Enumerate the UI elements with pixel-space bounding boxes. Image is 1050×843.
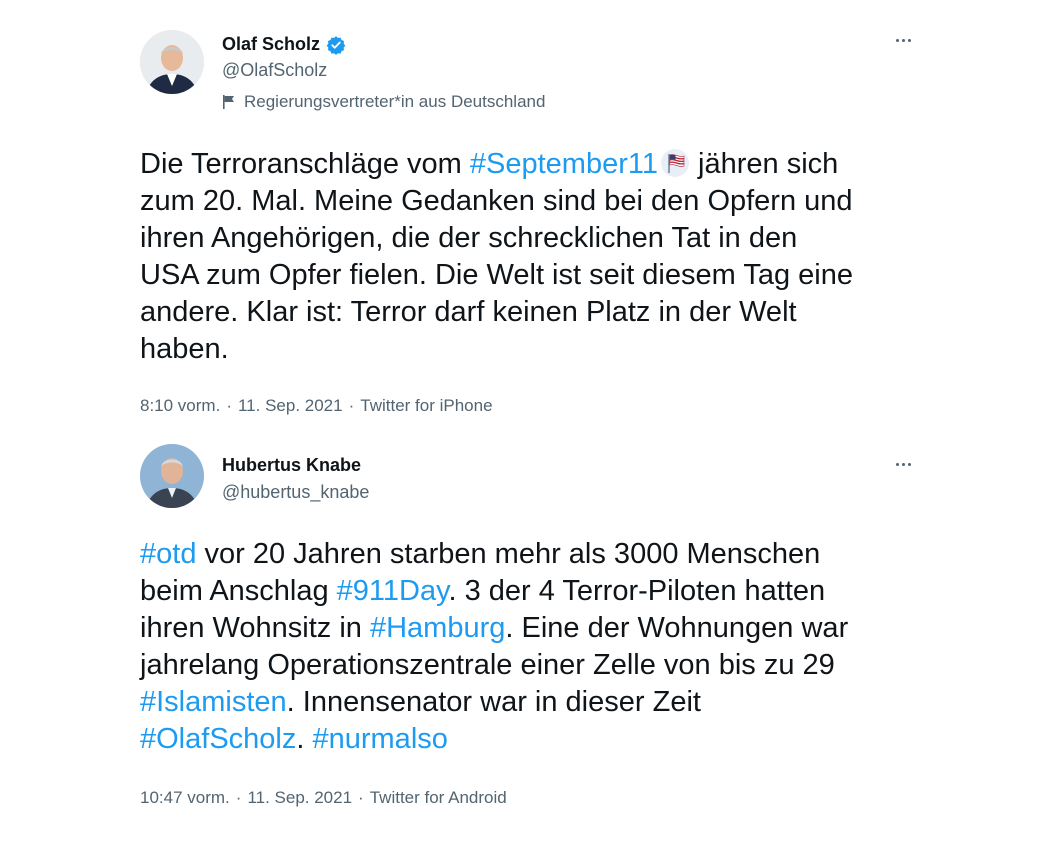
tweet-text-segment: haben. [140, 333, 229, 365]
hashtag-link[interactable]: #Islamisten [140, 686, 287, 718]
tweet-date[interactable]: 11. Sep. 2021 [247, 788, 352, 807]
avatar-photo-icon [140, 30, 204, 94]
tweet-time[interactable]: 10:47 vorm. [140, 788, 230, 807]
tweet-text-segment: USA zum Opfer fielen. Die Welt ist seit … [140, 259, 853, 291]
tweet-text-line: ihren Angehörigen, die der schrecklichen… [140, 220, 930, 257]
tweet-text-segment: Die Terroranschläge vom [140, 148, 470, 180]
tweet-text-segment: . Innensenator war in dieser Zeit [286, 686, 701, 718]
tweet-text-segment: ihren Angehörigen, die der schrecklichen… [140, 222, 798, 254]
meta-separator: · [226, 396, 232, 415]
tweet-text-segment: jähren sich [689, 148, 839, 180]
tweet-text-segment: . Eine der Wohnungen war [505, 612, 849, 644]
hashtag-link[interactable]: #nurmalso [312, 723, 447, 755]
hashtag-link[interactable]: #OlafScholz [140, 723, 296, 755]
us-flag-emoji-icon [660, 148, 690, 178]
tweet-text-line: beim Anschlag #911Day. 3 der 4 Terror-Pi… [140, 573, 930, 610]
author-row: Olaf Scholz [222, 34, 346, 55]
meta-separator: · [348, 396, 355, 415]
tweet-time[interactable]: 8:10 vorm. [140, 396, 220, 415]
more-options-button[interactable] [888, 30, 918, 50]
avatar[interactable] [140, 444, 204, 508]
tweet-text-line: #Islamisten. Innensenator war in dieser … [140, 684, 930, 721]
avatar[interactable] [140, 30, 204, 94]
tweet-text-line: USA zum Opfer fielen. Die Welt ist seit … [140, 257, 930, 294]
tweet-hubertus-knabe: Hubertus Knabe @hubertus_knabe #otd vor … [0, 430, 1050, 843]
avatar-photo-icon [140, 444, 204, 508]
author-handle[interactable]: @OlafScholz [222, 60, 327, 81]
author-row: Hubertus Knabe [222, 455, 361, 476]
hashtag-link[interactable]: #911Day [337, 575, 449, 607]
tweet-text-line: haben. [140, 331, 930, 368]
author-name[interactable]: Olaf Scholz [222, 34, 320, 55]
tweet-text-segment: ihren Wohnsitz in [140, 612, 370, 644]
tweet-text-segment: jahrelang Operationszentrale einer Zelle… [140, 649, 835, 681]
tweet-text: Die Terroranschläge vom #September11 jäh… [140, 146, 930, 368]
hashtag-link[interactable]: #September11 [470, 148, 658, 180]
tweet-text-line: #OlafScholz. #nurmalso [140, 721, 930, 758]
tweet-text-line: Die Terroranschläge vom #September11 jäh… [140, 146, 930, 183]
tweet-metadata: 8:10 vorm. · 11. Sep. 2021 · Twitter for iPh… [140, 396, 493, 416]
tweet-olaf-scholz: Olaf Scholz @OlafScholz Regierungsvertre… [0, 0, 1050, 430]
flag-icon [223, 95, 234, 109]
tweet-text-segment: zum 20. Mal. Meine Gedanken sind bei den… [140, 185, 853, 217]
government-label-text: Regierungsvertreter*in aus Deutschland [244, 92, 546, 111]
tweet-text-line: jahrelang Operationszentrale einer Zelle… [140, 647, 930, 684]
tweet-text-line: #otd vor 20 Jahren starben mehr als 3000… [140, 536, 930, 573]
tweet-text-line: ihren Wohnsitz in #Hamburg. Eine der Woh… [140, 610, 930, 647]
hashtag-link[interactable]: #otd [140, 538, 196, 570]
tweet-source[interactable]: Twitter for iPhone [360, 396, 492, 415]
tweet-source[interactable]: Twitter for Android [370, 788, 507, 807]
tweet-text-segment: beim Anschlag [140, 575, 337, 607]
tweet-metadata: 10:47 vorm. · 11. Sep. 2021 · Twitter for An… [140, 788, 507, 808]
meta-separator: · [235, 788, 242, 807]
meta-separator: · [358, 788, 364, 807]
tweet-text-segment: vor 20 Jahren starben mehr als 3000 Mens… [196, 538, 821, 570]
hashtag-link[interactable]: #Hamburg [370, 612, 505, 644]
verified-badge-icon [326, 35, 346, 55]
tweet-date[interactable]: 11. Sep. 2021 [238, 396, 343, 415]
author-name[interactable]: Hubertus Knabe [222, 455, 361, 476]
tweet-text-segment: . [296, 723, 313, 755]
tweet-text-segment: . 3 der 4 Terror-Piloten hatten [448, 575, 826, 607]
tweet-text: #otd vor 20 Jahren starben mehr als 3000… [140, 536, 930, 758]
tweet-text-line: andere. Klar ist: Terror darf keinen Pla… [140, 294, 930, 331]
author-handle[interactable]: @hubertus_knabe [222, 482, 369, 503]
government-label: Regierungsvertreter*in aus Deutschland [222, 92, 545, 112]
tweet-text-line: zum 20. Mal. Meine Gedanken sind bei den… [140, 183, 930, 220]
tweet-text-segment: andere. Klar ist: Terror darf keinen Pla… [140, 296, 797, 328]
more-options-button[interactable] [888, 454, 918, 474]
